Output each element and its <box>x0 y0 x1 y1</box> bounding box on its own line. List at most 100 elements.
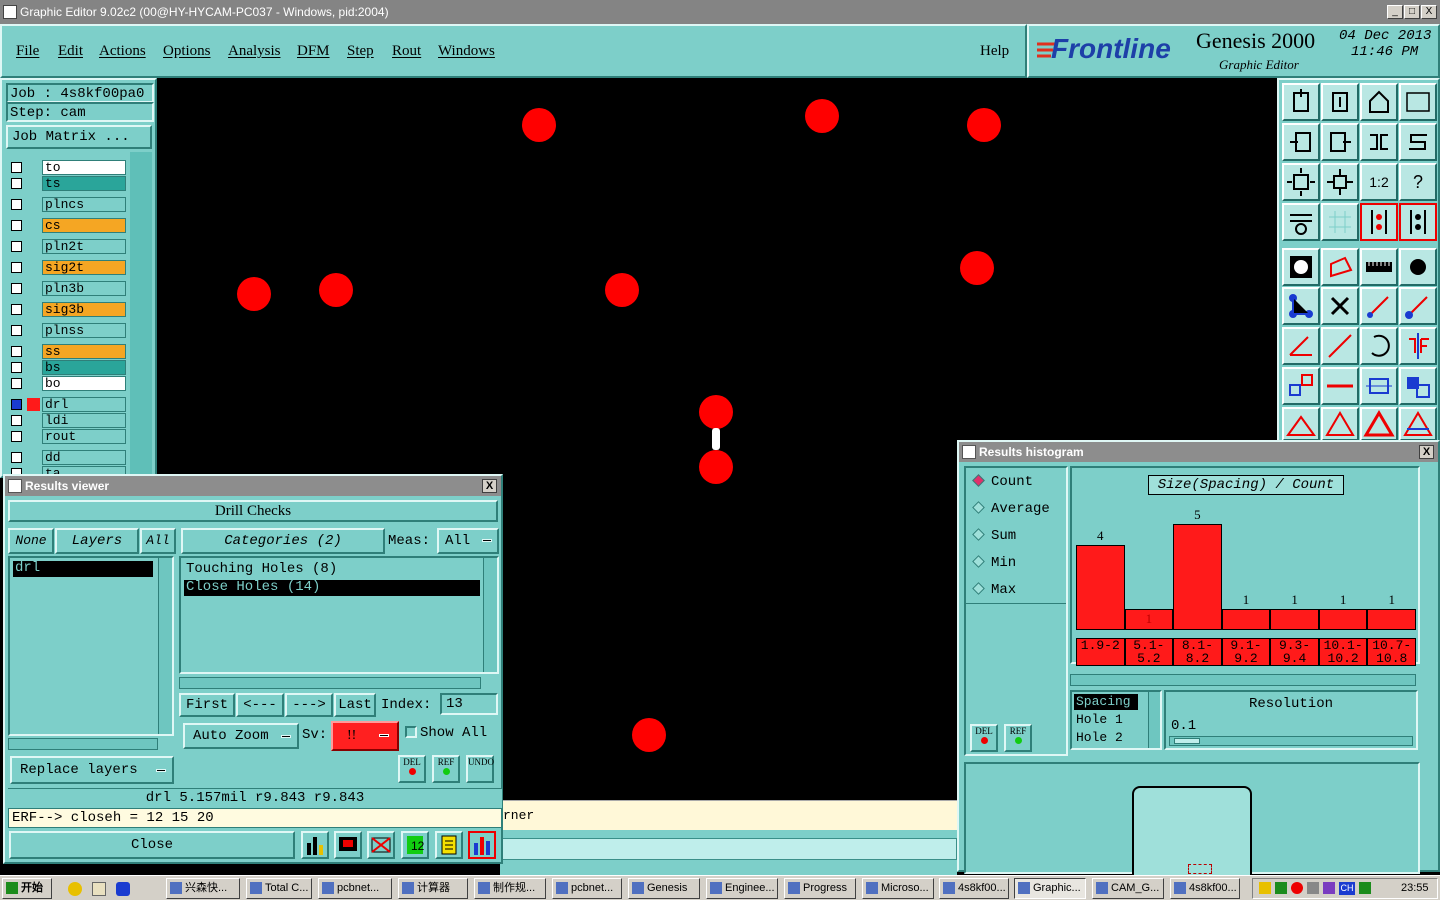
layer-name[interactable]: bs <box>42 360 126 375</box>
categories-button[interactable]: Categories (2) <box>181 528 385 554</box>
layer-row-rout[interactable]: rout <box>8 429 126 444</box>
taskbar-button[interactable]: Enginee... <box>706 878 778 899</box>
mode-radio-average[interactable]: Average <box>972 501 1050 517</box>
layer-row-drl[interactable]: drl <box>8 397 126 412</box>
index-input[interactable]: 13 <box>440 693 498 715</box>
chart-bars-icon[interactable] <box>301 831 329 859</box>
expand-icon[interactable] <box>1282 163 1320 201</box>
drill-hole[interactable] <box>319 273 353 307</box>
layer-checkbox[interactable] <box>11 452 22 463</box>
pan-left-icon[interactable] <box>1282 123 1320 161</box>
line-tool-icon[interactable] <box>1360 287 1398 325</box>
tray-app-icon[interactable] <box>1275 882 1287 894</box>
mode-radio-min[interactable]: Min <box>972 555 1016 571</box>
layer-checkbox[interactable] <box>11 262 22 273</box>
layer-settings-icon[interactable] <box>1282 203 1320 241</box>
rotate-icon[interactable] <box>1360 327 1398 365</box>
mode-radio-count[interactable]: Count <box>972 474 1033 490</box>
field-item-spacing[interactable]: Spacing <box>1074 694 1138 710</box>
flip-icon[interactable] <box>1399 327 1437 365</box>
drill-hole[interactable] <box>960 251 994 285</box>
menu-windows[interactable]: Windows <box>438 43 495 60</box>
mirror-icon[interactable] <box>1360 123 1398 161</box>
layer-row-plnss[interactable]: plnss <box>8 323 126 338</box>
snap-red-alt-icon[interactable] <box>1399 203 1437 241</box>
layer-name[interactable]: cs <box>42 218 126 233</box>
dot-icon[interactable] <box>1399 248 1437 286</box>
connect-icon[interactable] <box>1282 287 1320 325</box>
zoom-home-icon[interactable] <box>1282 83 1320 121</box>
screen-red-icon[interactable] <box>334 831 362 859</box>
layer-row-pln2t[interactable]: pln2t <box>8 239 126 254</box>
horizontal-scrollbar[interactable] <box>1070 674 1416 686</box>
drill-hole[interactable] <box>699 395 733 429</box>
zoom-down-icon[interactable] <box>1321 83 1359 121</box>
taskbar-button[interactable]: Total C... <box>246 878 312 899</box>
slider-thumb[interactable] <box>1174 738 1200 744</box>
arc-tool-icon[interactable] <box>1399 287 1437 325</box>
s-curve-icon[interactable] <box>1399 123 1437 161</box>
clock-app-icon[interactable] <box>68 882 82 896</box>
del-icon[interactable]: DEL <box>398 755 426 783</box>
taskbar-button[interactable]: 4s8kf00... <box>1170 878 1240 899</box>
tray-app-icon[interactable] <box>1359 882 1371 894</box>
layer-checkbox[interactable] <box>11 415 22 426</box>
category-item-touching[interactable]: Touching Holes (8) <box>184 562 480 578</box>
layers-button[interactable]: Layers <box>55 528 139 554</box>
category-item-close[interactable]: Close Holes (14) <box>184 580 480 596</box>
layer-list-item[interactable]: drl <box>13 561 153 577</box>
taskbar-button[interactable]: 4s8kf00... <box>939 878 1009 899</box>
layer-row-sig2t[interactable]: sig2t <box>8 260 126 275</box>
ruler-icon[interactable] <box>1360 248 1398 286</box>
triangle-up-icon[interactable] <box>1321 407 1359 441</box>
layer-checkbox[interactable] <box>11 362 22 373</box>
layer-checkbox[interactable] <box>11 241 22 252</box>
language-indicator[interactable]: CH <box>1339 882 1355 895</box>
maximize-button[interactable]: □ <box>1404 5 1420 19</box>
histogram-bar[interactable] <box>1173 524 1222 630</box>
drill-hole[interactable] <box>805 99 839 133</box>
scrollbar[interactable] <box>1148 692 1160 748</box>
menu-actions[interactable]: Actions <box>99 43 146 60</box>
layer-name[interactable]: rout <box>42 429 126 444</box>
tray-app-icon[interactable] <box>1291 882 1303 894</box>
angle-icon[interactable] <box>1282 327 1320 365</box>
layer-row-bo[interactable]: bo <box>8 376 126 391</box>
histogram-titlebar[interactable]: Results histogram X <box>959 442 1438 462</box>
prev-button[interactable]: <--- <box>236 693 284 717</box>
layer-name[interactable]: dd <box>42 450 126 465</box>
measure-icon[interactable] <box>1360 367 1398 405</box>
field-list[interactable]: Spacing Hole 1 Hole 2 <box>1070 690 1162 750</box>
layer-row-pln3b[interactable]: pln3b <box>8 281 126 296</box>
layer-name[interactable]: drl <box>42 397 126 412</box>
layer-checkbox[interactable] <box>11 346 22 357</box>
hist-del-icon[interactable]: DEL <box>970 724 998 752</box>
close-icon[interactable]: X <box>1419 445 1434 459</box>
layer-row-dd[interactable]: dd <box>8 450 126 465</box>
severity-dropdown[interactable]: !! <box>331 721 399 751</box>
layer-row-sig3b[interactable]: sig3b <box>8 302 126 317</box>
resolution-slider[interactable] <box>1169 736 1413 746</box>
category-list[interactable]: Touching Holes (8) Close Holes (14) <box>179 556 499 674</box>
report-delete-icon[interactable] <box>367 831 395 859</box>
next-button[interactable]: ---> <box>285 693 333 717</box>
menu-analysis[interactable]: Analysis <box>228 43 281 60</box>
diagonal-icon[interactable] <box>1321 327 1359 365</box>
drill-hole[interactable] <box>522 108 556 142</box>
layer-name[interactable]: ts <box>42 176 126 191</box>
layer-checkbox[interactable] <box>11 283 22 294</box>
start-button[interactable]: 开始 <box>2 878 52 899</box>
window-fit-icon[interactable] <box>1399 83 1437 121</box>
ref-icon[interactable]: REF <box>432 755 460 783</box>
mode-radio-sum[interactable]: Sum <box>972 528 1016 544</box>
taskbar-button[interactable]: 制作规... <box>474 878 546 899</box>
numbered-list-icon[interactable]: 12 <box>401 831 429 859</box>
layer-name[interactable]: sig3b <box>42 302 126 317</box>
layer-checkbox[interactable] <box>11 199 22 210</box>
group-icon[interactable] <box>1399 367 1437 405</box>
snap-red-icon[interactable] <box>1360 203 1398 241</box>
layer-name[interactable]: bo <box>42 376 126 391</box>
layer-name[interactable]: ss <box>42 344 126 359</box>
taskbar-button[interactable]: 计算器 <box>398 878 468 899</box>
tray-app-icon[interactable] <box>1259 882 1271 894</box>
